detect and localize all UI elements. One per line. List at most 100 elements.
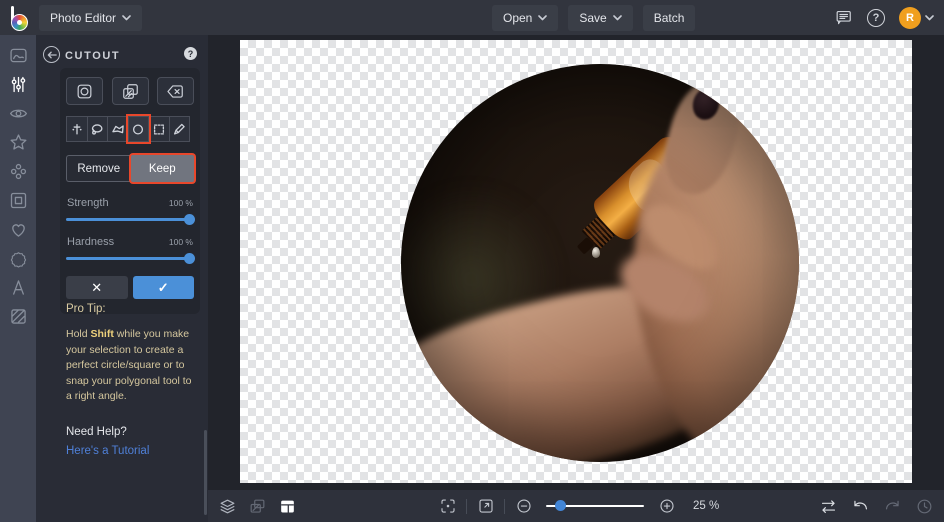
- hardness-label: Hardness: [67, 236, 115, 248]
- batch-label: Batch: [653, 10, 685, 25]
- cutout-photo: [401, 64, 799, 462]
- undo-icon[interactable]: [851, 497, 870, 516]
- open-button[interactable]: Open: [492, 4, 559, 31]
- account-menu[interactable]: R: [899, 6, 934, 29]
- sidebar-item-overlays-badge-icon[interactable]: [8, 248, 29, 269]
- panel-scrollbar[interactable]: [204, 430, 207, 515]
- strength-label: Strength: [67, 197, 109, 209]
- remove-mode-button[interactable]: Remove: [66, 155, 131, 182]
- question-glyph: ?: [872, 11, 880, 24]
- batch-button[interactable]: Batch: [642, 4, 696, 31]
- mode-toggle: Remove Keep: [66, 155, 194, 182]
- cutout-tool-card: Remove Keep Strength 100 % Hardness 100 …: [60, 68, 200, 314]
- cancel-button[interactable]: ✕: [66, 276, 128, 299]
- zoom-slider-thumb[interactable]: [555, 500, 566, 512]
- sidebar-item-effects-eye-icon[interactable]: [8, 103, 29, 124]
- circle-select-tool-icon[interactable]: [127, 116, 149, 142]
- zoom-level: 25 %: [693, 500, 720, 512]
- divider: [466, 498, 467, 514]
- strength-slider-block: Strength 100 %: [66, 197, 195, 225]
- polygon-lasso-tool-icon[interactable]: [107, 116, 129, 142]
- question-glyph: ?: [187, 48, 194, 59]
- sidebar-item-frames-icon[interactable]: [8, 190, 29, 211]
- save-label: Save: [579, 10, 607, 25]
- erase-tool-icon[interactable]: [157, 77, 194, 105]
- history-icon[interactable]: [915, 497, 934, 516]
- invert-selection-tool-icon[interactable]: [111, 77, 149, 105]
- sidebar-item-artsy-star-icon[interactable]: [8, 132, 29, 153]
- keep-mode-button[interactable]: Keep: [130, 155, 194, 182]
- canvas-area: [208, 35, 944, 490]
- top-bar-center: Open Save Batch: [492, 0, 696, 35]
- image-manager-icon[interactable]: [248, 497, 267, 516]
- pro-tip-section: Pro Tip: Hold Shift while you make your …: [66, 303, 199, 457]
- feedback-chat-icon[interactable]: [834, 8, 853, 27]
- avatar-initial: R: [906, 11, 914, 24]
- zoom-slider[interactable]: [546, 500, 644, 512]
- shape-cutout-tool-icon[interactable]: [66, 77, 103, 105]
- module-sidebar: [0, 35, 36, 522]
- bottom-bar: 25 %: [208, 490, 944, 522]
- need-help-label: Need Help?: [66, 425, 127, 438]
- bottom-bar-right: [819, 490, 934, 522]
- confirm-row: ✕ ✓: [66, 276, 194, 299]
- sidebar-item-text-icon[interactable]: [8, 277, 29, 298]
- divider: [504, 498, 505, 514]
- top-bar: Photo Editor Open Save Batch ? R: [0, 0, 944, 35]
- selection-tools-row: [66, 116, 194, 142]
- redo-icon[interactable]: [883, 497, 902, 516]
- panel-title: CUTOUT: [65, 50, 121, 62]
- chevron-down-icon: [538, 14, 548, 20]
- logo-color-wheel-icon: [11, 13, 28, 31]
- primary-tools-row: [66, 77, 194, 105]
- lasso-tool-icon[interactable]: [86, 116, 108, 142]
- top-bar-right: ? R: [834, 0, 934, 35]
- chevron-down-icon: [122, 14, 131, 20]
- hardness-slider[interactable]: [66, 253, 195, 264]
- chevron-down-icon: [925, 14, 934, 20]
- template-grid-icon[interactable]: [278, 497, 297, 516]
- save-button[interactable]: Save: [568, 4, 633, 31]
- pro-tip-body: Hold Shift while you make your selection…: [66, 327, 199, 405]
- zoom-out-icon[interactable]: [514, 497, 533, 516]
- chevron-down-icon: [612, 14, 622, 20]
- sidebar-item-adjustments-icon[interactable]: [8, 74, 29, 95]
- pro-tip-title: Pro Tip:: [66, 303, 106, 315]
- close-icon: ✕: [91, 280, 103, 295]
- hardness-slider-thumb[interactable]: [184, 253, 195, 264]
- hardness-value: 100 %: [168, 237, 193, 247]
- strength-slider-thumb[interactable]: [184, 214, 195, 225]
- sidebar-item-touchup-dots-icon[interactable]: [8, 161, 29, 182]
- strength-value: 100 %: [168, 198, 193, 208]
- photo-vignette: [401, 64, 799, 462]
- check-icon: ✓: [157, 280, 169, 295]
- fit-to-screen-icon[interactable]: [438, 497, 457, 516]
- tutorial-link[interactable]: Here's a Tutorial: [66, 445, 199, 457]
- pro-tip-shift-key: Shift: [90, 328, 114, 340]
- help-icon[interactable]: ?: [867, 8, 885, 27]
- wand-tool-icon[interactable]: [66, 116, 88, 142]
- hardness-slider-block: Hardness 100 %: [66, 236, 195, 264]
- layers-icon[interactable]: [218, 497, 237, 516]
- befunky-logo[interactable]: [8, 5, 32, 31]
- app-menu-button[interactable]: Photo Editor: [39, 4, 143, 31]
- pen-tool-icon[interactable]: [168, 116, 190, 142]
- back-button[interactable]: [43, 46, 60, 63]
- arrow-left-icon: [47, 51, 57, 58]
- cutout-panel-header: CUTOUT ?: [36, 35, 208, 67]
- sidebar-item-graphics-heart-icon[interactable]: [8, 219, 29, 240]
- panel-help-icon[interactable]: ?: [184, 47, 197, 60]
- compare-icon[interactable]: [819, 497, 838, 516]
- sidebar-item-textures-icon[interactable]: [8, 306, 29, 327]
- sidebar-item-photo-edit-icon[interactable]: [8, 45, 29, 66]
- open-label: Open: [503, 10, 533, 25]
- apply-button[interactable]: ✓: [132, 276, 194, 299]
- zoom-in-icon[interactable]: [657, 497, 676, 516]
- bottom-bar-left: [218, 490, 297, 522]
- fullscreen-icon[interactable]: [476, 497, 495, 516]
- photo-editor-app: Photo Editor Open Save Batch ? R CUTOUT …: [0, 0, 944, 522]
- strength-slider[interactable]: [66, 214, 195, 225]
- editing-canvas[interactable]: [240, 40, 912, 483]
- rectangle-marquee-tool-icon[interactable]: [148, 116, 170, 142]
- avatar: R: [899, 6, 921, 29]
